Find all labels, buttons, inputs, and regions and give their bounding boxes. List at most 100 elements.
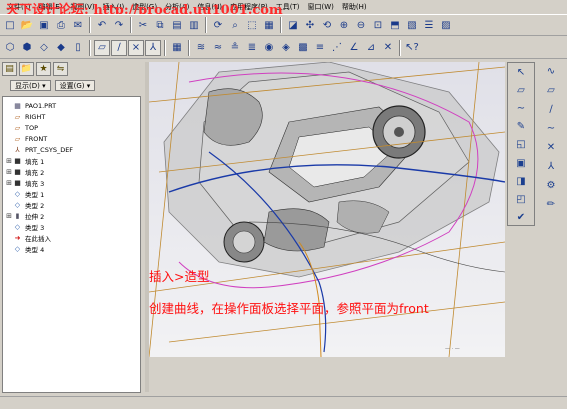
slope-icon[interactable]: ⋰ (329, 40, 345, 56)
paste-icon[interactable]: ▤ (169, 17, 185, 33)
tree-item[interactable]: ◇ 类型 1 (5, 188, 138, 199)
favorites-tab-icon[interactable]: ★ (36, 61, 51, 76)
orient-mode-icon[interactable]: ⟲ (319, 17, 335, 33)
tree-item[interactable]: ⊞ ■ 填充 3 (5, 177, 138, 188)
csys-tool-icon[interactable]: ⅄ (542, 158, 560, 174)
cut-icon[interactable]: ✂ (135, 17, 151, 33)
tree-item[interactable]: ⊞ ■ 填充 2 (5, 166, 138, 177)
copy-icon[interactable]: ⧉ (152, 17, 168, 33)
done-check-icon[interactable]: ✔ (512, 210, 530, 225)
filter-icon[interactable]: ▦ (261, 17, 277, 33)
deviation-icon[interactable]: ◉ (261, 40, 277, 56)
curve-info-icon[interactable]: ⊿ (363, 40, 379, 56)
new-file-icon[interactable]: □ (2, 17, 18, 33)
menu-item[interactable]: 窗口(W) (303, 0, 337, 14)
trim-surface-icon[interactable]: ◨ (512, 174, 530, 189)
datum-plane-tool-icon[interactable]: ▱ (542, 83, 560, 99)
settings-dropdown[interactable]: 设置(G) ▾ (54, 79, 96, 91)
menu-item[interactable]: 编辑(E) (35, 0, 67, 14)
tree-item[interactable]: ⊞ ▮ 拉伸 2 (5, 210, 138, 221)
menu-item[interactable]: 视图(V) (66, 0, 98, 14)
zoom-in-icon[interactable]: ⊕ (336, 17, 352, 33)
menu-item[interactable]: 文件(F) (3, 0, 35, 14)
redo-icon[interactable]: ↷ (111, 17, 127, 33)
menu-item[interactable]: 应用程序(P) (226, 0, 272, 14)
tree-item[interactable]: ⅄ PRT_CSYS_DEF (5, 144, 138, 155)
model-tree-tab-icon[interactable]: ▤ (2, 61, 17, 76)
dihedral-icon[interactable]: ∠ (346, 40, 362, 56)
paste-special-icon[interactable]: ▥ (186, 17, 202, 33)
expand-toggle-icon[interactable]: ⊞ (5, 168, 13, 176)
model-tree-icon[interactable]: ▯ (70, 40, 86, 56)
menu-item[interactable]: 分析(A) (161, 0, 193, 14)
layers-icon[interactable]: ☰ (421, 17, 437, 33)
tree-item[interactable]: ▦ PAO1.PRT (5, 100, 138, 111)
section-icon[interactable]: ≗ (227, 40, 243, 56)
wireframe-icon[interactable]: ⬡ (2, 40, 18, 56)
spin-center-icon[interactable]: ✣ (302, 17, 318, 33)
no-hidden-icon[interactable]: ◇ (36, 40, 52, 56)
saved-views-icon[interactable]: ▧ (404, 17, 420, 33)
context-help-icon[interactable]: ↖? (404, 40, 420, 56)
reorient-icon[interactable]: ⬒ (387, 17, 403, 33)
curve-analysis-icon[interactable]: ≋ (193, 40, 209, 56)
refit-icon[interactable]: ⊡ (370, 17, 386, 33)
view-manager-icon[interactable]: ▨ (438, 17, 454, 33)
datum-plane-display-icon[interactable]: ▱ (94, 39, 110, 56)
search-tool-icon[interactable]: ⌕ (227, 17, 243, 33)
expand-toggle-icon[interactable]: ⊞ (5, 212, 13, 220)
open-file-icon[interactable]: 📂 (19, 17, 35, 33)
expand-toggle-icon[interactable]: ⊞ (5, 157, 13, 165)
offset-icon[interactable]: ≣ (244, 40, 260, 56)
sketched-curve-icon[interactable]: ∿ (542, 64, 560, 80)
menu-item[interactable]: 插入(I) (99, 0, 129, 14)
datum-axis-tool-icon[interactable]: ∕ (542, 102, 560, 118)
repaint-icon[interactable]: ◪ (285, 17, 301, 33)
select-box-icon[interactable]: ⬚ (244, 17, 260, 33)
shading-icon[interactable]: ◆ (53, 40, 69, 56)
edit-curve-icon[interactable]: ✎ (512, 119, 530, 134)
curvature-icon[interactable]: ≈ (210, 40, 226, 56)
remove-analysis-icon[interactable]: ✕ (380, 40, 396, 56)
menu-item[interactable]: 帮助(H) (338, 0, 371, 14)
boundary-surface-icon[interactable]: ◱ (512, 137, 530, 152)
datum-point-display-icon[interactable]: × (128, 39, 144, 56)
tree-item[interactable]: ▱ TOP (5, 122, 138, 133)
datum-axis-display-icon[interactable]: ∕ (111, 39, 127, 56)
surface-edit-icon[interactable]: ◰ (512, 192, 530, 207)
display-dropdown[interactable]: 显示(D) ▾ (10, 79, 51, 91)
connect-surface-icon[interactable]: ▣ (512, 156, 530, 171)
print-icon[interactable]: ⎙ (53, 17, 69, 33)
create-curve-icon[interactable]: ∼ (512, 101, 530, 116)
zoom-out-icon[interactable]: ⊖ (353, 17, 369, 33)
grid-icon[interactable]: ▦ (169, 40, 185, 56)
tree-item[interactable]: ◇ 类型 4 (5, 243, 138, 254)
active-plane-icon[interactable]: ▱ (512, 83, 530, 98)
folder-browser-tab-icon[interactable]: 📁 (19, 61, 34, 76)
graphics-window[interactable]: — · — 插入>造型 创建曲线，在操作面板选择平面，参照平面为front (149, 62, 505, 357)
tree-item[interactable]: ▱ FRONT (5, 133, 138, 144)
tree-item[interactable]: ◇ 类型 3 (5, 221, 138, 232)
tree-item[interactable]: ▱ RIGHT (5, 111, 138, 122)
csys-display-icon[interactable]: ⅄ (145, 39, 161, 56)
menu-item[interactable]: 信息(N) (193, 0, 226, 14)
undo-icon[interactable]: ↶ (94, 17, 110, 33)
regenerate-icon[interactable]: ⟳ (210, 17, 226, 33)
expand-toggle-icon[interactable]: ⊞ (5, 179, 13, 187)
tree-item[interactable]: ➜ 在此插入 (5, 232, 138, 243)
draft-check-icon[interactable]: ◈ (278, 40, 294, 56)
datum-point-tool-icon[interactable]: ✕ (542, 140, 560, 156)
tree-item[interactable]: ⊞ ■ 填充 1 (5, 155, 138, 166)
menu-item[interactable]: 工具(T) (272, 0, 304, 14)
email-icon[interactable]: ✉ (70, 17, 86, 33)
sketch-tool-icon[interactable]: ✏ (542, 196, 560, 212)
tree-item[interactable]: ◇ 类型 2 (5, 199, 138, 210)
select-arrow-icon[interactable]: ↖ (512, 65, 530, 80)
shaded-curvature-icon[interactable]: ▩ (295, 40, 311, 56)
save-icon[interactable]: ▣ (36, 17, 52, 33)
menu-item[interactable]: 造型(G) (128, 0, 161, 14)
connections-tab-icon[interactable]: ⇋ (53, 61, 68, 76)
hidden-line-icon[interactable]: ⬢ (19, 40, 35, 56)
reflection-icon[interactable]: ≡ (312, 40, 328, 56)
datum-curve-tool-icon[interactable]: ∼ (542, 121, 560, 137)
